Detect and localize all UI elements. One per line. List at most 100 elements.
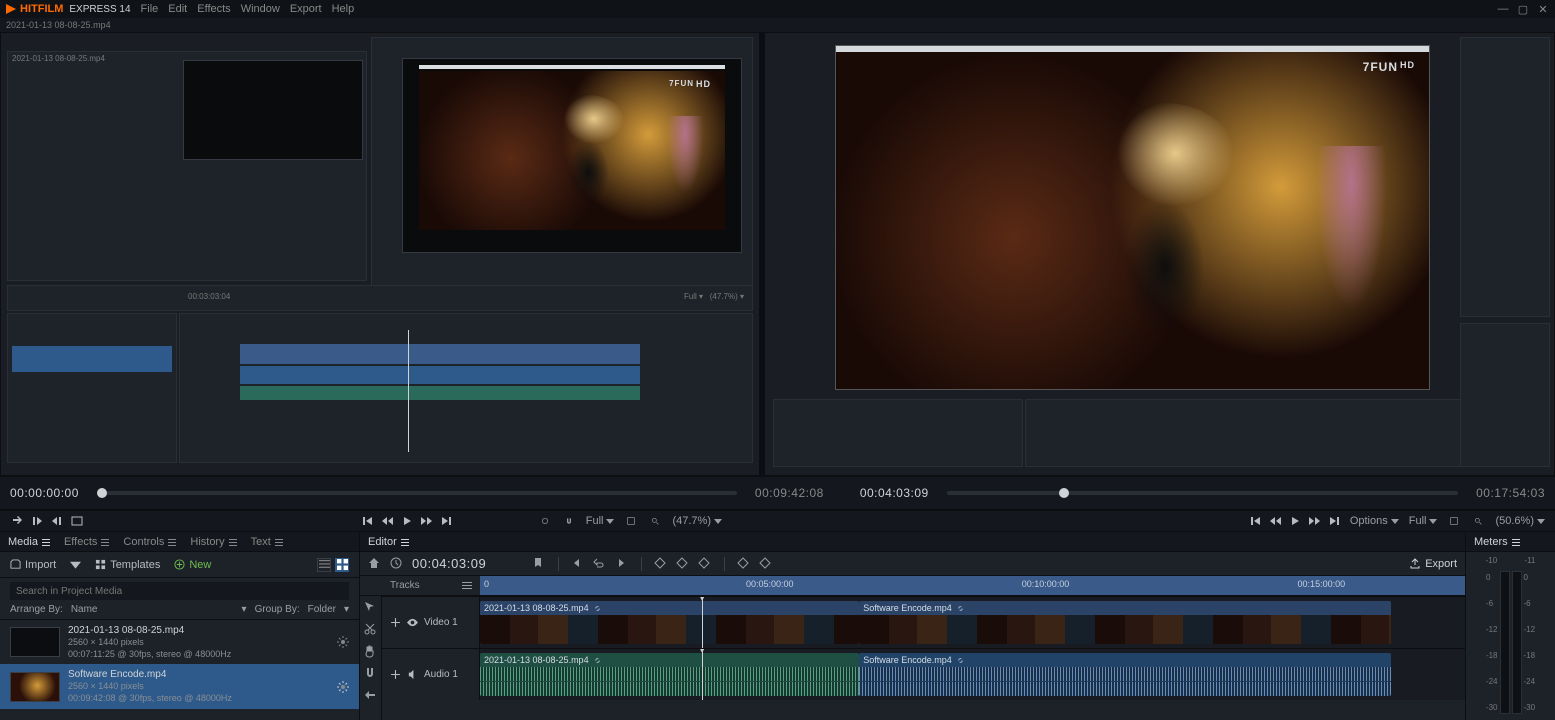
marker-icon[interactable]	[532, 557, 546, 571]
out-point-icon[interactable]	[50, 514, 64, 528]
undo-icon[interactable]	[593, 557, 607, 571]
loop-icon[interactable]	[10, 514, 24, 528]
select-tool-icon[interactable]	[363, 600, 379, 616]
next-edit-icon[interactable]	[615, 557, 629, 571]
time-ruler[interactable]: 0 00:05:00:00 00:10:00:00 00:15:00:00	[480, 576, 1465, 595]
title-bar: HITFILMEXPRESS 14 File Edit Effects Wind…	[0, 0, 1555, 18]
video-clip[interactable]: Software Encode.mp4	[859, 601, 1391, 644]
step-fwd-icon[interactable]	[420, 514, 434, 528]
window-minimize[interactable]: —	[1497, 3, 1509, 16]
menu-edit[interactable]: Edit	[168, 3, 187, 15]
zoom-dropdown-right[interactable]: (50.6%)	[1495, 515, 1545, 527]
menu-effects[interactable]: Effects	[197, 3, 230, 15]
step-back-icon[interactable]	[380, 514, 394, 528]
audio-clip[interactable]: 2021-01-13 08-08-25.mp4	[480, 653, 859, 696]
scrubber-left[interactable]	[97, 491, 737, 495]
play-icon[interactable]	[400, 514, 414, 528]
media-toolbar: Import Templates New	[0, 552, 359, 578]
mask-icon[interactable]	[538, 514, 552, 528]
next-frame-icon[interactable]	[1328, 514, 1342, 528]
keyframe-icon[interactable]	[737, 557, 751, 571]
clock-icon[interactable]	[390, 557, 404, 571]
new-button[interactable]: New	[174, 559, 211, 571]
hamburger-icon[interactable]	[462, 581, 472, 591]
menu-window[interactable]: Window	[241, 3, 280, 15]
zoom-icon[interactable]	[1471, 514, 1485, 528]
list-view-icon[interactable]	[317, 558, 331, 572]
dropdown-icon[interactable]	[70, 559, 81, 570]
quality-dropdown-right[interactable]: Full	[1409, 515, 1438, 527]
rate-tool-icon[interactable]	[363, 688, 379, 704]
link-icon	[593, 656, 602, 665]
next-frame-icon[interactable]	[440, 514, 454, 528]
tab-history[interactable]: History	[190, 536, 236, 548]
nested-viewer-preview[interactable]: 7FUNHD	[402, 58, 742, 253]
group-dropdown[interactable]: Folder	[308, 604, 336, 615]
view-toggle	[317, 558, 349, 572]
zoom-dropdown-left[interactable]: (47.7%)	[672, 515, 722, 527]
quality-dropdown-left[interactable]: Full	[586, 515, 615, 527]
media-search	[0, 578, 359, 600]
keyframe-icon[interactable]	[698, 557, 712, 571]
audio-track-content[interactable]: 2021-01-13 08-08-25.mp4 Software Encode.…	[480, 649, 1465, 700]
keyframe-icon[interactable]	[654, 557, 668, 571]
add-icon[interactable]	[390, 617, 401, 628]
menu-file[interactable]: File	[141, 3, 159, 15]
menu-help[interactable]: Help	[332, 3, 355, 15]
window-maximize[interactable]: ▢	[1517, 3, 1529, 16]
home-icon[interactable]	[368, 557, 382, 571]
playhead[interactable]	[702, 649, 703, 700]
keyframe-icon[interactable]	[759, 557, 773, 571]
snap-icon[interactable]	[562, 514, 576, 528]
timecode-left: 00:00:00:00	[10, 486, 79, 500]
media-item[interactable]: Software Encode.mp4 2560 × 1440 pixels 0…	[0, 664, 359, 708]
tab-meters[interactable]: Meters	[1474, 536, 1520, 548]
step-fwd-icon[interactable]	[1308, 514, 1322, 528]
editor-toolbar: 00:04:03:09 Export	[360, 552, 1465, 576]
play-icon[interactable]	[1288, 514, 1302, 528]
tab-media[interactable]: Media	[8, 536, 50, 548]
video-track-content[interactable]: 2021-01-13 08-08-25.mp4 Software Encode.…	[480, 597, 1465, 648]
in-point-icon[interactable]	[30, 514, 44, 528]
tab-text[interactable]: Text	[251, 536, 283, 548]
prev-frame-icon[interactable]	[1248, 514, 1262, 528]
grid-view-icon[interactable]	[335, 558, 349, 572]
export-button[interactable]: Export	[1409, 558, 1457, 570]
playhead[interactable]	[702, 597, 703, 648]
media-panel: Media Effects Controls History Text Impo…	[0, 532, 360, 720]
snap-tool-icon[interactable]	[363, 666, 379, 682]
gear-icon[interactable]	[337, 681, 349, 693]
zoom-icon[interactable]	[648, 514, 662, 528]
fullscreen-icon[interactable]	[624, 514, 638, 528]
keyframe-icon[interactable]	[676, 557, 690, 571]
scrubber-right[interactable]	[947, 491, 1458, 495]
audio-clip[interactable]: Software Encode.mp4	[859, 653, 1391, 696]
hand-tool-icon[interactable]	[363, 644, 379, 660]
gear-icon[interactable]	[337, 636, 349, 648]
tab-controls[interactable]: Controls	[123, 536, 176, 548]
templates-button[interactable]: Templates	[95, 559, 160, 571]
viewer-preview-right[interactable]: 7FUNHD	[835, 45, 1430, 390]
prev-frame-icon[interactable]	[360, 514, 374, 528]
fullscreen-icon[interactable]	[1447, 514, 1461, 528]
video-track-label: Video 1	[424, 617, 458, 628]
options-dropdown[interactable]: Options	[1350, 515, 1399, 527]
tab-editor[interactable]: Editor	[368, 536, 409, 548]
prev-edit-icon[interactable]	[571, 557, 585, 571]
menu-export[interactable]: Export	[290, 3, 322, 15]
export-frame-icon[interactable]	[70, 514, 84, 528]
slice-tool-icon[interactable]	[363, 622, 379, 638]
window-close[interactable]: ✕	[1537, 3, 1549, 16]
editor-timecode[interactable]: 00:04:03:09	[412, 556, 486, 571]
eye-icon[interactable]	[407, 617, 418, 628]
video-clip[interactable]: 2021-01-13 08-08-25.mp4	[480, 601, 859, 644]
import-button[interactable]: Import	[10, 559, 56, 571]
arrange-dropdown[interactable]: Name	[71, 604, 98, 615]
search-input[interactable]	[10, 582, 349, 600]
media-item-meta: 00:09:42:08 @ 30fps, stereo @ 48000Hz	[68, 693, 329, 705]
media-item[interactable]: 2021-01-13 08-08-25.mp4 2560 × 1440 pixe…	[0, 620, 359, 664]
add-icon[interactable]	[390, 669, 401, 680]
speaker-icon[interactable]	[407, 669, 418, 680]
step-back-icon[interactable]	[1268, 514, 1282, 528]
tab-effects[interactable]: Effects	[64, 536, 109, 548]
